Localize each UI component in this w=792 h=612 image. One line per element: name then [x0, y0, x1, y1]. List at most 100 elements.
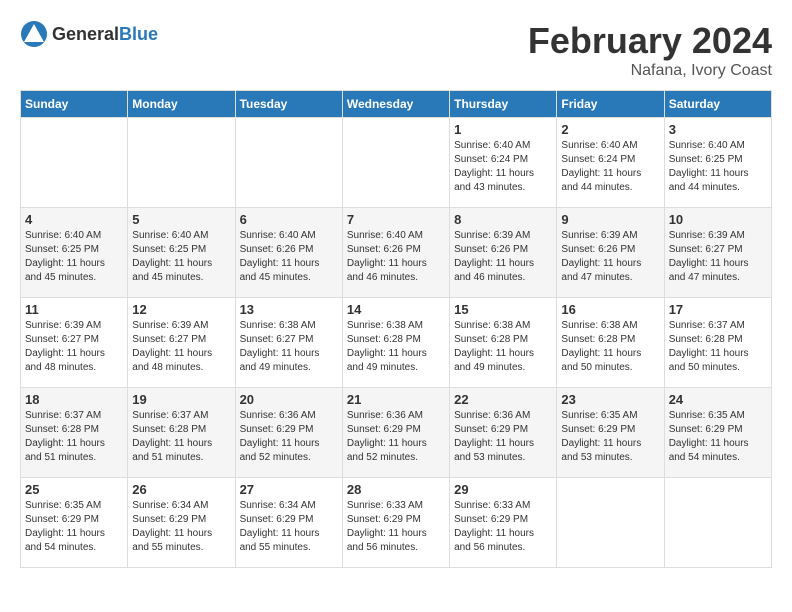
table-row: 2 Sunrise: 6:40 AM Sunset: 6:24 PM Daylig…: [557, 118, 664, 208]
table-row: 15 Sunrise: 6:38 AM Sunset: 6:28 PM Dayli…: [450, 298, 557, 388]
day-info: Sunrise: 6:38 AM Sunset: 6:28 PM Dayligh…: [454, 319, 552, 375]
table-row: 1Sunrise: 6:40 AM Sunset: 6:24 PM Daylig…: [450, 118, 557, 208]
table-row: [235, 118, 342, 208]
day-info: Sunrise: 6:39 AM Sunset: 6:27 PM Dayligh…: [132, 319, 230, 375]
header: GeneralBlue February 2024 Nafana, Ivory …: [20, 20, 772, 80]
logo: GeneralBlue: [20, 20, 158, 48]
table-row: 3 Sunrise: 6:40 AM Sunset: 6:25 PM Daylig…: [664, 118, 771, 208]
day-info: Sunrise: 6:40 AM Sunset: 6:24 PM Dayligh…: [454, 139, 552, 195]
table-row: [664, 478, 771, 568]
table-row: 26 Sunrise: 6:34 AM Sunset: 6:29 PM Dayli…: [128, 478, 235, 568]
day-info: Sunrise: 6:39 AM Sunset: 6:27 PM Dayligh…: [25, 319, 123, 375]
day-number: 3: [669, 122, 767, 137]
day-number: 17: [669, 302, 767, 317]
calendar-header: Sunday Monday Tuesday Wednesday Thursday…: [21, 91, 772, 118]
day-info: Sunrise: 6:38 AM Sunset: 6:28 PM Dayligh…: [347, 319, 445, 375]
col-thursday: Thursday: [450, 91, 557, 118]
table-row: 7 Sunrise: 6:40 AM Sunset: 6:26 PM Daylig…: [342, 208, 449, 298]
table-row: 5Sunrise: 6:40 AM Sunset: 6:25 PM Daylig…: [128, 208, 235, 298]
col-friday: Friday: [557, 91, 664, 118]
table-row: 21 Sunrise: 6:36 AM Sunset: 6:29 PM Dayli…: [342, 388, 449, 478]
day-info: Sunrise: 6:40 AM Sunset: 6:25 PM Dayligh…: [669, 139, 767, 195]
day-number: 28: [347, 482, 445, 497]
table-row: 11 Sunrise: 6:39 AM Sunset: 6:27 PM Dayli…: [21, 298, 128, 388]
table-row: 24 Sunrise: 6:35 AM Sunset: 6:29 PM Dayli…: [664, 388, 771, 478]
day-info: Sunrise: 6:36 AM Sunset: 6:29 PM Dayligh…: [347, 409, 445, 465]
day-info: Sunrise: 6:39 AM Sunset: 6:27 PM Dayligh…: [669, 229, 767, 285]
day-info: Sunrise: 6:33 AM Sunset: 6:29 PM Dayligh…: [347, 499, 445, 555]
table-row: 22Sunrise: 6:36 AM Sunset: 6:29 PM Dayli…: [450, 388, 557, 478]
day-number: 6: [240, 212, 338, 227]
day-number: 25: [25, 482, 123, 497]
table-row: 9Sunrise: 6:39 AM Sunset: 6:26 PM Daylig…: [557, 208, 664, 298]
day-number: 14: [347, 302, 445, 317]
table-row: [128, 118, 235, 208]
col-monday: Monday: [128, 91, 235, 118]
table-row: 18 Sunrise: 6:37 AM Sunset: 6:28 PM Dayli…: [21, 388, 128, 478]
day-number: 26: [132, 482, 230, 497]
table-row: 28 Sunrise: 6:33 AM Sunset: 6:29 PM Dayli…: [342, 478, 449, 568]
col-saturday: Saturday: [664, 91, 771, 118]
day-info: Sunrise: 6:38 AM Sunset: 6:28 PM Dayligh…: [561, 319, 659, 375]
table-row: 16 Sunrise: 6:38 AM Sunset: 6:28 PM Dayli…: [557, 298, 664, 388]
day-info: Sunrise: 6:40 AM Sunset: 6:25 PM Dayligh…: [25, 229, 123, 285]
week-row-0: 1Sunrise: 6:40 AM Sunset: 6:24 PM Daylig…: [21, 118, 772, 208]
day-info: Sunrise: 6:35 AM Sunset: 6:29 PM Dayligh…: [561, 409, 659, 465]
calendar-body: 1Sunrise: 6:40 AM Sunset: 6:24 PM Daylig…: [21, 118, 772, 568]
month-year: February 2024: [528, 20, 772, 62]
day-number: 13: [240, 302, 338, 317]
day-number: 4: [25, 212, 123, 227]
table-row: 27 Sunrise: 6:34 AM Sunset: 6:29 PM Dayli…: [235, 478, 342, 568]
week-row-2: 11 Sunrise: 6:39 AM Sunset: 6:27 PM Dayli…: [21, 298, 772, 388]
day-number: 27: [240, 482, 338, 497]
calendar-table: Sunday Monday Tuesday Wednesday Thursday…: [20, 90, 772, 568]
day-info: Sunrise: 6:40 AM Sunset: 6:26 PM Dayligh…: [240, 229, 338, 285]
day-number: 10: [669, 212, 767, 227]
day-number: 15: [454, 302, 552, 317]
table-row: 25Sunrise: 6:35 AM Sunset: 6:29 PM Dayli…: [21, 478, 128, 568]
week-row-4: 25Sunrise: 6:35 AM Sunset: 6:29 PM Dayli…: [21, 478, 772, 568]
day-info: Sunrise: 6:37 AM Sunset: 6:28 PM Dayligh…: [669, 319, 767, 375]
day-number: 16: [561, 302, 659, 317]
day-number: 19: [132, 392, 230, 407]
day-info: Sunrise: 6:33 AM Sunset: 6:29 PM Dayligh…: [454, 499, 552, 555]
table-row: 17 Sunrise: 6:37 AM Sunset: 6:28 PM Dayli…: [664, 298, 771, 388]
day-number: 2: [561, 122, 659, 137]
table-row: [21, 118, 128, 208]
table-row: [557, 478, 664, 568]
table-row: 14 Sunrise: 6:38 AM Sunset: 6:28 PM Dayli…: [342, 298, 449, 388]
day-info: Sunrise: 6:34 AM Sunset: 6:29 PM Dayligh…: [240, 499, 338, 555]
header-row: Sunday Monday Tuesday Wednesday Thursday…: [21, 91, 772, 118]
day-info: Sunrise: 6:40 AM Sunset: 6:24 PM Dayligh…: [561, 139, 659, 195]
day-number: 24: [669, 392, 767, 407]
day-number: 23: [561, 392, 659, 407]
location: Nafana, Ivory Coast: [528, 62, 772, 80]
table-row: 4 Sunrise: 6:40 AM Sunset: 6:25 PM Daylig…: [21, 208, 128, 298]
day-info: Sunrise: 6:35 AM Sunset: 6:29 PM Dayligh…: [669, 409, 767, 465]
day-info: Sunrise: 6:36 AM Sunset: 6:29 PM Dayligh…: [240, 409, 338, 465]
logo-blue: Blue: [119, 24, 158, 44]
day-number: 29: [454, 482, 552, 497]
day-number: 11: [25, 302, 123, 317]
week-row-1: 4 Sunrise: 6:40 AM Sunset: 6:25 PM Daylig…: [21, 208, 772, 298]
day-number: 12: [132, 302, 230, 317]
col-tuesday: Tuesday: [235, 91, 342, 118]
col-sunday: Sunday: [21, 91, 128, 118]
day-number: 18: [25, 392, 123, 407]
day-number: 8: [454, 212, 552, 227]
day-number: 22: [454, 392, 552, 407]
day-info: Sunrise: 6:39 AM Sunset: 6:26 PM Dayligh…: [561, 229, 659, 285]
table-row: 29 Sunrise: 6:33 AM Sunset: 6:29 PM Dayli…: [450, 478, 557, 568]
day-info: Sunrise: 6:34 AM Sunset: 6:29 PM Dayligh…: [132, 499, 230, 555]
day-info: Sunrise: 6:40 AM Sunset: 6:25 PM Dayligh…: [132, 229, 230, 285]
logo-icon: [20, 20, 48, 48]
day-info: Sunrise: 6:40 AM Sunset: 6:26 PM Dayligh…: [347, 229, 445, 285]
table-row: 12 Sunrise: 6:39 AM Sunset: 6:27 PM Dayli…: [128, 298, 235, 388]
day-info: Sunrise: 6:37 AM Sunset: 6:28 PM Dayligh…: [25, 409, 123, 465]
table-row: 10 Sunrise: 6:39 AM Sunset: 6:27 PM Dayli…: [664, 208, 771, 298]
day-info: Sunrise: 6:38 AM Sunset: 6:27 PM Dayligh…: [240, 319, 338, 375]
logo-general: General: [52, 24, 119, 44]
day-number: 7: [347, 212, 445, 227]
table-row: 8Sunrise: 6:39 AM Sunset: 6:26 PM Daylig…: [450, 208, 557, 298]
day-number: 21: [347, 392, 445, 407]
